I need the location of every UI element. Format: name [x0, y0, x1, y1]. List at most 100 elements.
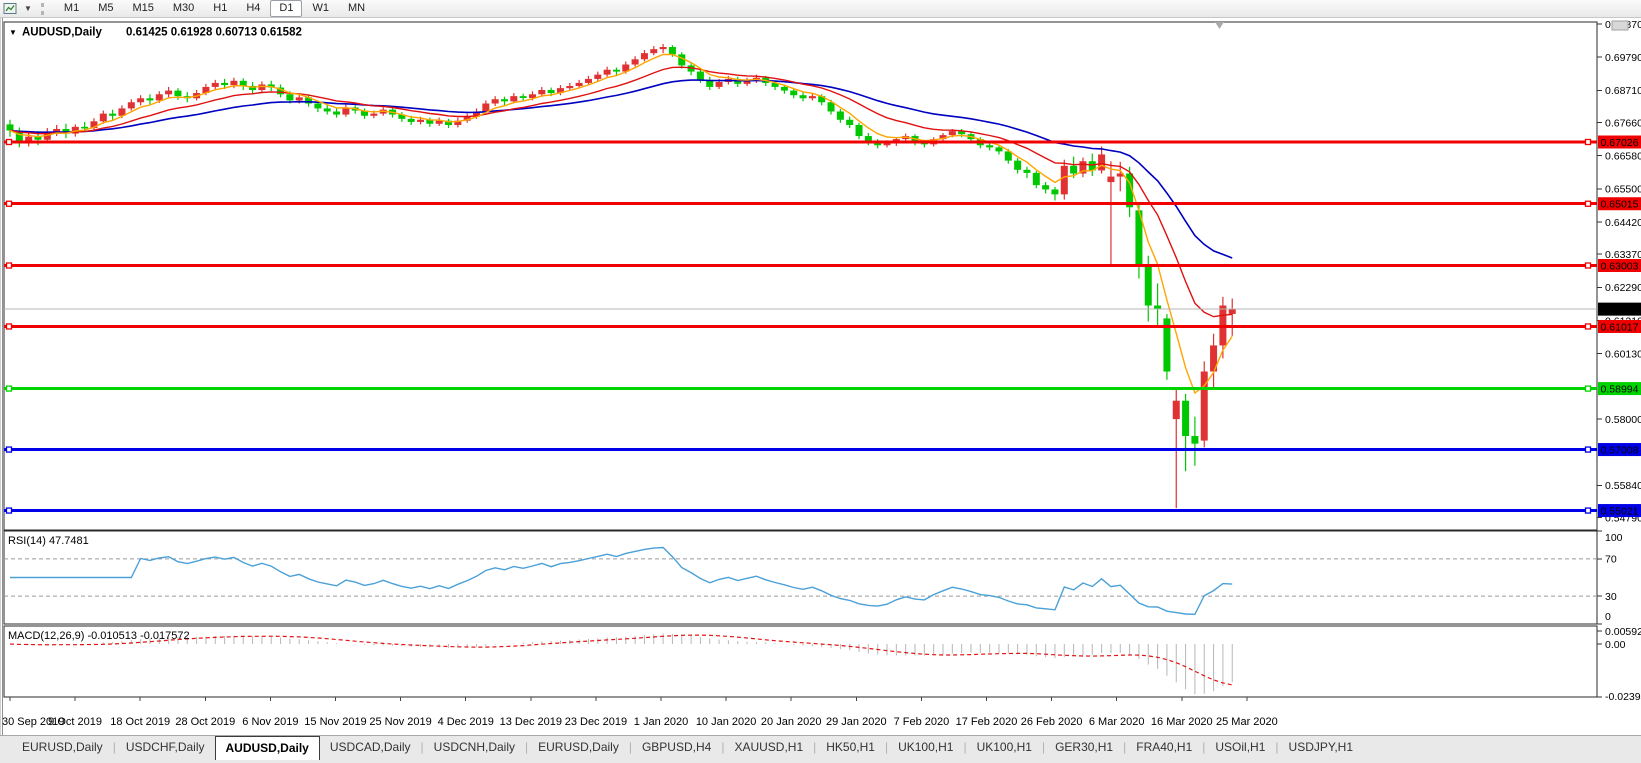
axis-label: 0.61017: [1601, 321, 1639, 333]
candle-body: [333, 111, 340, 114]
candle-body: [585, 79, 592, 83]
candle-body: [790, 91, 797, 96]
candle-body: [1182, 401, 1189, 436]
candle-body: [1033, 173, 1040, 185]
tab-eurusd-daily[interactable]: EURUSD,Daily: [12, 736, 113, 759]
candle-body: [1229, 309, 1236, 314]
candle-body: [1061, 166, 1068, 195]
axis-label: 1 Jan 2020: [634, 716, 688, 728]
axis-label: 0.005923: [1605, 626, 1641, 638]
axis-label: 13 Dec 2019: [500, 716, 562, 728]
line-anchor-handle[interactable]: [7, 386, 12, 391]
tab-uk100-h1[interactable]: UK100,H1: [888, 736, 963, 759]
tab-usdchf-daily[interactable]: USDCHF,Daily: [116, 736, 215, 759]
timeframe-button-d1[interactable]: D1: [270, 0, 302, 17]
macd-indicator-label: MACD(12,26,9) -0.010513 -0.017572: [8, 630, 190, 642]
tab-xauusd-h1[interactable]: XAUUSD,H1: [724, 736, 813, 759]
axis-label: 20 Jan 2020: [761, 716, 822, 728]
line-anchor-handle[interactable]: [7, 140, 12, 145]
candle-body: [856, 125, 863, 136]
axis-label: 0.55021: [1601, 505, 1639, 517]
candle-body: [492, 99, 499, 103]
timeframe-button-h1[interactable]: H1: [204, 0, 236, 17]
axis-label: -0.023944: [1605, 691, 1641, 703]
chart-tab-bar: EURUSD,Daily|USDCHF,DailyAUDUSD,DailyUSD…: [0, 735, 1641, 763]
timeframe-button-mn[interactable]: MN: [339, 0, 374, 17]
timeframe-button-m30[interactable]: M30: [164, 0, 203, 17]
axis-label: 0.58000: [1605, 414, 1641, 426]
tab-ger30-h1[interactable]: GER30,H1: [1045, 736, 1123, 759]
axis-label: 30: [1605, 591, 1617, 603]
timeframe-button-w1[interactable]: W1: [303, 0, 338, 17]
timeframe-button-m5[interactable]: M5: [89, 0, 122, 17]
chart-type-icon[interactable]: [3, 2, 21, 16]
candle-body: [137, 98, 144, 102]
mt4-window: ▼ M1M5M15M30H1H4D1W1MN 0.708700.697900.6…: [0, 0, 1641, 763]
candle-body: [846, 120, 853, 125]
axis-label: 0.57008: [1601, 444, 1639, 456]
rsi-indicator-label: RSI(14) 47.7481: [8, 535, 89, 547]
candle-body: [800, 95, 807, 98]
candle-body: [669, 47, 676, 54]
candle-body: [650, 49, 657, 53]
line-anchor-handle[interactable]: [7, 447, 12, 452]
line-anchor-handle[interactable]: [7, 201, 12, 206]
toolbar-drag-handle[interactable]: [41, 3, 47, 15]
candle-body: [1051, 189, 1058, 194]
candle-body: [408, 119, 415, 122]
axis-label: 0.55840: [1605, 480, 1641, 492]
candle-body: [1145, 266, 1152, 306]
line-anchor-handle[interactable]: [1586, 324, 1591, 329]
timeframe-button-group: M1M5M15M30H1H4D1W1MN: [55, 0, 374, 17]
axis-label: 29 Jan 2020: [826, 716, 887, 728]
candle-body: [995, 147, 1002, 151]
line-anchor-handle[interactable]: [1586, 447, 1591, 452]
candle-body: [156, 94, 163, 100]
tab-usdcad-daily[interactable]: USDCAD,Daily: [320, 736, 421, 759]
candle-body: [221, 83, 228, 85]
line-anchor-handle[interactable]: [7, 508, 12, 513]
line-anchor-handle[interactable]: [1586, 386, 1591, 391]
timeframe-button-m15[interactable]: M15: [123, 0, 162, 17]
tab-uk100-h1[interactable]: UK100,H1: [967, 736, 1042, 759]
tab-usdcnh-daily[interactable]: USDCNH,Daily: [424, 736, 525, 759]
candle-body: [109, 114, 116, 116]
candle-body: [1042, 185, 1049, 189]
line-anchor-handle[interactable]: [1586, 508, 1591, 513]
axis-label: 15 Nov 2019: [304, 716, 366, 728]
tab-usdjpy-h1[interactable]: USDJPY,H1: [1279, 736, 1363, 759]
axis-label: 0.65500: [1605, 184, 1641, 196]
line-anchor-handle[interactable]: [1586, 201, 1591, 206]
chart-area[interactable]: 0.708700.697900.687100.676600.665800.655…: [0, 18, 1641, 735]
tab-usoil-h1[interactable]: USOil,H1: [1205, 736, 1275, 759]
candle-body: [1107, 177, 1114, 183]
tab-gbpusd-h4[interactable]: GBPUSD,H4: [632, 736, 721, 759]
line-anchor-handle[interactable]: [7, 324, 12, 329]
candle-body: [781, 87, 788, 91]
line-anchor-handle[interactable]: [1586, 140, 1591, 145]
candle-body: [949, 131, 956, 135]
tab-hk50-h1[interactable]: HK50,H1: [816, 736, 885, 759]
axis-label: 26 Feb 2020: [1021, 716, 1083, 728]
chart-scrollbar-thumb[interactable]: [1612, 21, 1628, 30]
candle-body: [576, 83, 583, 86]
line-anchor-handle[interactable]: [7, 263, 12, 268]
axis-label: 0.68710: [1605, 85, 1641, 97]
tab-fra40-h1[interactable]: FRA40,H1: [1126, 736, 1202, 759]
axis-label: 0: [1605, 611, 1611, 623]
chart-type-dropdown-icon[interactable]: ▼: [22, 1, 37, 17]
tab-eurusd-daily[interactable]: EURUSD,Daily: [528, 736, 629, 759]
chart-title-caret-icon[interactable]: ▼: [9, 28, 17, 37]
axis-label: 0.66580: [1605, 150, 1641, 162]
axis-label: 6 Mar 2020: [1089, 716, 1145, 728]
tab-audusd-daily[interactable]: AUDUSD,Daily: [215, 736, 320, 760]
axis-label: 0.64420: [1605, 217, 1641, 229]
timeframe-button-m1[interactable]: M1: [55, 0, 88, 17]
axis-label: 0.61582: [1601, 304, 1639, 316]
timeframe-button-h4[interactable]: H4: [237, 0, 269, 17]
rsi-panel[interactable]: [4, 531, 1597, 624]
line-anchor-handle[interactable]: [1586, 263, 1591, 268]
candle-body: [314, 104, 321, 109]
candle-body: [548, 90, 555, 93]
candle-body: [1173, 401, 1180, 419]
